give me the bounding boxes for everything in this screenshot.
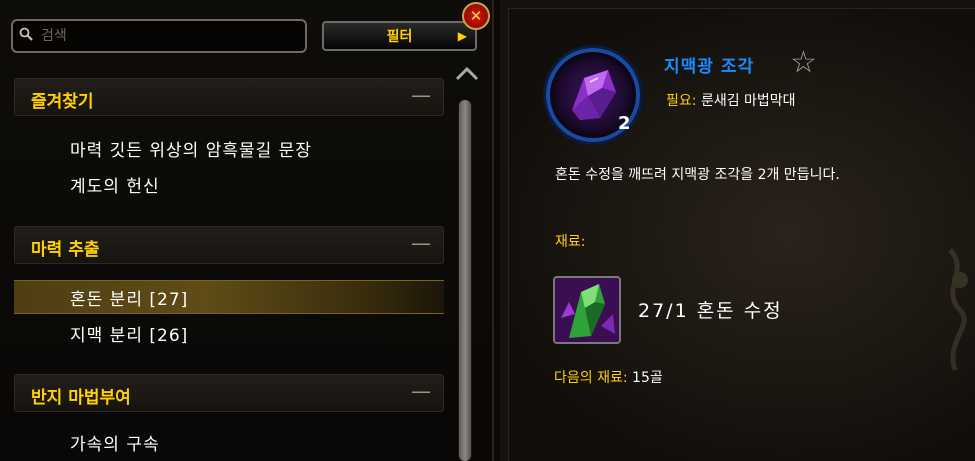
search-icon [13,27,39,45]
search-box[interactable] [11,19,307,53]
category-label: 즐겨찾기 [31,92,94,112]
collapse-icon[interactable]: — [411,231,431,255]
collapse-icon[interactable]: — [411,83,431,107]
cost-label: 다음의 재료: [554,370,628,386]
recipe-description: 혼돈 수정을 깨뜨려 지맥광 조각을 2개 만듭니다. [555,167,840,183]
recipe-item[interactable]: 마력 깃든 위상의 암흑물길 문장 [70,136,312,161]
filter-button[interactable]: 필터 ▶ [322,21,477,51]
materials-label: 재료: [555,234,586,250]
cost-line: 다음의 재료: 15골 [554,367,663,387]
close-icon[interactable]: ✕ [462,2,490,30]
recipe-list-panel: 필터 ▶ 즐겨찾기 — 마력 깃든 위상의 암흑물길 문장 계도의 헌신 마력 … [0,0,494,461]
green-crystal-icon[interactable] [553,276,621,344]
category-favorites[interactable]: 즐겨찾기 — [14,78,444,116]
cost-value: 15골 [632,370,663,386]
scroll-up-button[interactable] [452,64,482,88]
recipe-item-selected[interactable]: 혼돈 분리 [27] [70,285,188,310]
scrollbar-thumb[interactable] [459,100,471,461]
item-count: 2 [618,113,631,134]
category-disenchant[interactable]: 마력 추출 — [14,226,444,264]
recipe-item[interactable]: 가속의 구속 [70,430,160,455]
category-label: 반지 마법부여 [31,388,131,408]
recipe-item[interactable]: 지맥 분리 [26] [70,321,188,346]
category-ring-enchants[interactable]: 반지 마법부여 — [14,374,444,412]
reagent-text: 27/1 혼돈 수정 [638,300,783,322]
item-name[interactable]: 지맥광 조각 [664,52,754,77]
requires-line: 필요: 룬새김 마법막대 [666,90,796,110]
recipe-item[interactable]: 계도의 헌신 [70,172,160,197]
filter-button-label: 필터 [386,29,413,45]
star-outline-icon[interactable]: ☆ [790,48,817,78]
search-input[interactable] [39,27,305,45]
category-label: 마력 추출 [31,240,100,260]
requires-label: 필요: [666,93,697,109]
collapse-icon[interactable]: — [411,379,431,403]
background-ornament [948,248,968,371]
triangle-right-icon: ▶ [457,29,467,43]
requires-value: 룬새김 마법막대 [700,93,796,109]
